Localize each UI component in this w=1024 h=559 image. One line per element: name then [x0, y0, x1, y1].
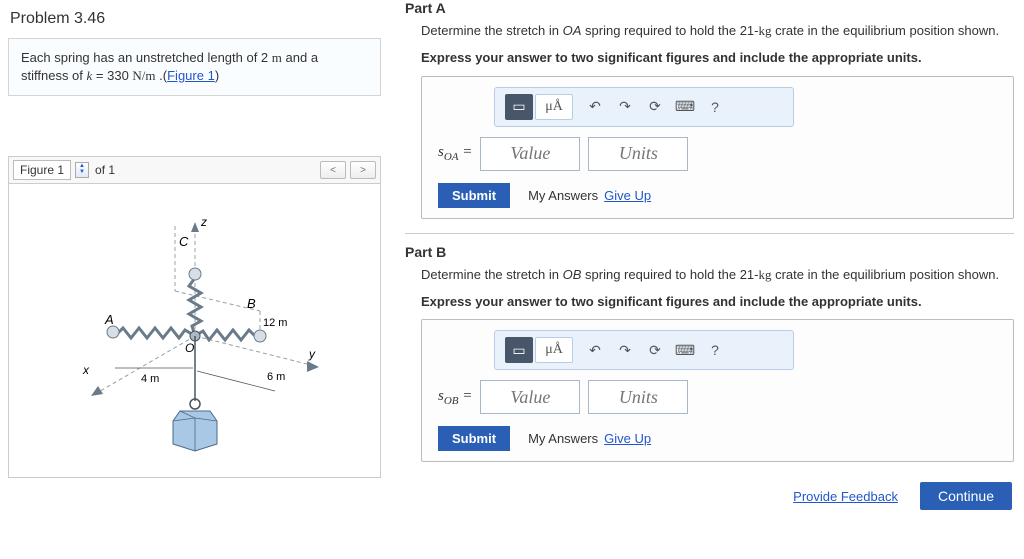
desc-text: .( — [156, 68, 168, 83]
submit-button[interactable]: Submit — [438, 426, 510, 451]
value-input[interactable] — [480, 137, 580, 171]
figure-prev-button[interactable]: < — [320, 161, 346, 179]
part-b-instruction: Express your answer to two significant f… — [421, 293, 1014, 312]
my-answers-link[interactable]: My Answers — [528, 188, 598, 203]
continue-button[interactable]: Continue — [920, 482, 1012, 510]
chevron-down-icon: ▼ — [76, 169, 88, 175]
part-a-title: Part A — [405, 0, 1014, 16]
help-icon[interactable]: ? — [701, 337, 729, 363]
template-picker-icon[interactable]: ▭ — [505, 94, 533, 120]
part-a-instruction: Express your answer to two significant f… — [421, 49, 1014, 68]
desc-text: ) — [215, 68, 219, 83]
units-button[interactable]: μÅ — [535, 94, 573, 120]
figure-count: of 1 — [95, 163, 115, 177]
axis-y: y — [308, 347, 316, 361]
desc-text: = 330 — [92, 68, 132, 83]
dim-4m: 4 m — [141, 373, 159, 385]
units-button[interactable]: μÅ — [535, 337, 573, 363]
point-b: B — [247, 296, 256, 311]
figure-canvas: z C A B O x y 12 m 4 m 6 m — [8, 183, 381, 478]
units-input[interactable] — [588, 137, 688, 171]
give-up-link[interactable]: Give Up — [604, 431, 651, 446]
submit-button[interactable]: Submit — [438, 183, 510, 208]
point-c: C — [179, 234, 189, 249]
problem-description: Each spring has an unstretched length of… — [8, 38, 381, 96]
axis-x: x — [82, 363, 90, 377]
provide-feedback-link[interactable]: Provide Feedback — [793, 489, 898, 504]
give-up-link[interactable]: Give Up — [604, 188, 651, 203]
keyboard-icon[interactable]: ⌨ — [671, 337, 699, 363]
dim-12m: 12 m — [263, 317, 287, 329]
problem-title: Problem 3.46 — [4, 6, 385, 38]
part-b-toolbar: ▭ μÅ ↶ ↷ ⟳ ⌨ ? — [494, 330, 794, 370]
redo-icon[interactable]: ↷ — [611, 337, 639, 363]
reset-icon[interactable]: ⟳ — [641, 94, 669, 120]
units-input[interactable] — [588, 380, 688, 414]
undo-icon[interactable]: ↶ — [581, 94, 609, 120]
template-picker-icon[interactable]: ▭ — [505, 337, 533, 363]
keyboard-icon[interactable]: ⌨ — [671, 94, 699, 120]
part-b-answer-box: ▭ μÅ ↶ ↷ ⟳ ⌨ ? sOB = Submit My Answers G… — [421, 319, 1014, 462]
redo-icon[interactable]: ↷ — [611, 94, 639, 120]
dim-6m: 6 m — [267, 371, 285, 383]
figure-link[interactable]: Figure 1 — [167, 68, 215, 83]
unit-m: m — [272, 50, 282, 65]
point-o: O — [185, 341, 194, 355]
figure-next-button[interactable]: > — [350, 161, 376, 179]
point-a: A — [104, 312, 114, 327]
figure-toolbar: Figure 1 ▲▼ of 1 < > — [8, 156, 381, 183]
part-a-answer-box: ▭ μÅ ↶ ↷ ⟳ ⌨ ? sOA = Submit My Answers G… — [421, 76, 1014, 219]
undo-icon[interactable]: ↶ — [581, 337, 609, 363]
unit-nm: N/m — [132, 68, 155, 83]
part-a-question: Determine the stretch in OA spring requi… — [421, 22, 1014, 41]
part-b-question: Determine the stretch in OB spring requi… — [421, 266, 1014, 285]
figure-select[interactable]: Figure 1 — [13, 160, 71, 180]
divider — [405, 233, 1014, 234]
desc-text: Each spring has an unstretched length of… — [21, 50, 272, 65]
axis-z: z — [200, 215, 207, 229]
my-answers-link[interactable]: My Answers — [528, 431, 598, 446]
var-soa: sOA = — [438, 144, 472, 163]
value-input[interactable] — [480, 380, 580, 414]
part-b-title: Part B — [405, 244, 1014, 260]
reset-icon[interactable]: ⟳ — [641, 337, 669, 363]
help-icon[interactable]: ? — [701, 94, 729, 120]
figure-spinner[interactable]: ▲▼ — [75, 162, 89, 178]
part-a-toolbar: ▭ μÅ ↶ ↷ ⟳ ⌨ ? — [494, 87, 794, 127]
var-sob: sOB = — [438, 388, 472, 407]
